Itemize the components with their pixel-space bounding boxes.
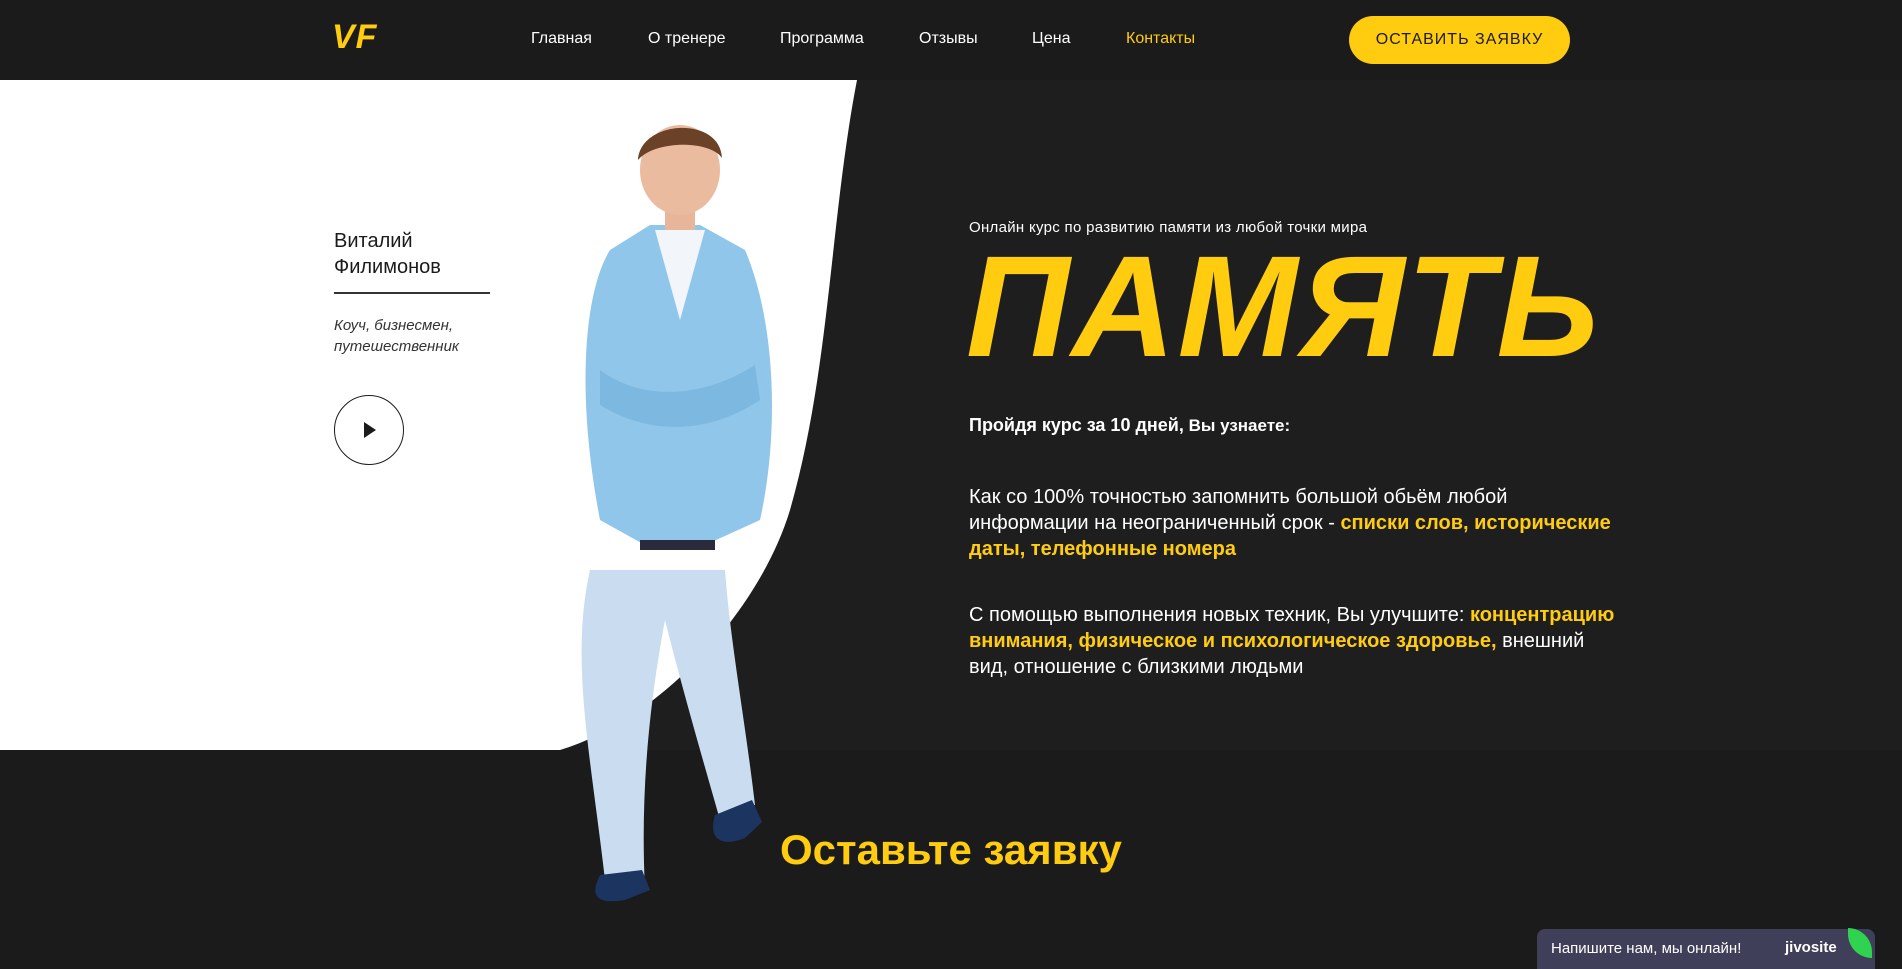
trainer-last-name: Филимонов (334, 256, 441, 278)
hero-intro-bold: Пройдя курс за 10 дней, (969, 415, 1184, 435)
hero-headline: ПАМЯТЬ (966, 226, 1601, 387)
trainer-desc-line1: Коуч, бизнесмен, (334, 317, 454, 334)
nav-link-price[interactable]: Цена (1032, 30, 1070, 48)
trainer-divider (334, 292, 490, 294)
video-play-button[interactable] (334, 395, 404, 465)
chat-widget-text: Напишите нам, мы онлайн! (1551, 940, 1742, 957)
trainer-description: Коуч, бизнесмен, путешественник (334, 315, 459, 357)
hero-p2-text: С помощью выполнения новых техник, Вы ул… (969, 604, 1470, 626)
nav-link-home[interactable]: Главная (531, 30, 592, 48)
play-icon (364, 422, 376, 438)
hero-paragraph-1: Как со 100% точностью запомнить большой … (969, 484, 1619, 562)
nav-link-contacts[interactable]: Контакты (1126, 30, 1195, 48)
trainer-photo (581, 125, 772, 902)
trainer-desc-line2: путешественник (334, 338, 459, 355)
nav-link-program[interactable]: Программа (780, 30, 864, 48)
hero-intro: Пройдя курс за 10 дней, Вы узнаете: (969, 415, 1290, 436)
trainer-first-name: Виталий (334, 230, 413, 252)
trainer-name: Виталий Филимонов (334, 228, 441, 280)
logo[interactable]: VF (332, 18, 377, 57)
nav-link-about-trainer[interactable]: О тренере (648, 30, 726, 48)
chat-widget[interactable]: Напишите нам, мы онлайн! jivosite (1537, 929, 1875, 969)
hero-intro-rest: Вы узнаете: (1183, 416, 1291, 435)
submit-request-button[interactable]: ОСТАВИТЬ ЗАЯВКУ (1349, 16, 1570, 64)
hero-paragraph-2: С помощью выполнения новых техник, Вы ул… (969, 602, 1619, 680)
top-navbar: VF Главная О тренере Программа Отзывы Це… (0, 0, 1902, 80)
request-section-title: Оставьте заявку (780, 826, 1122, 873)
chat-widget-brand: jivosite (1785, 939, 1837, 956)
nav-link-reviews[interactable]: Отзывы (919, 30, 978, 48)
